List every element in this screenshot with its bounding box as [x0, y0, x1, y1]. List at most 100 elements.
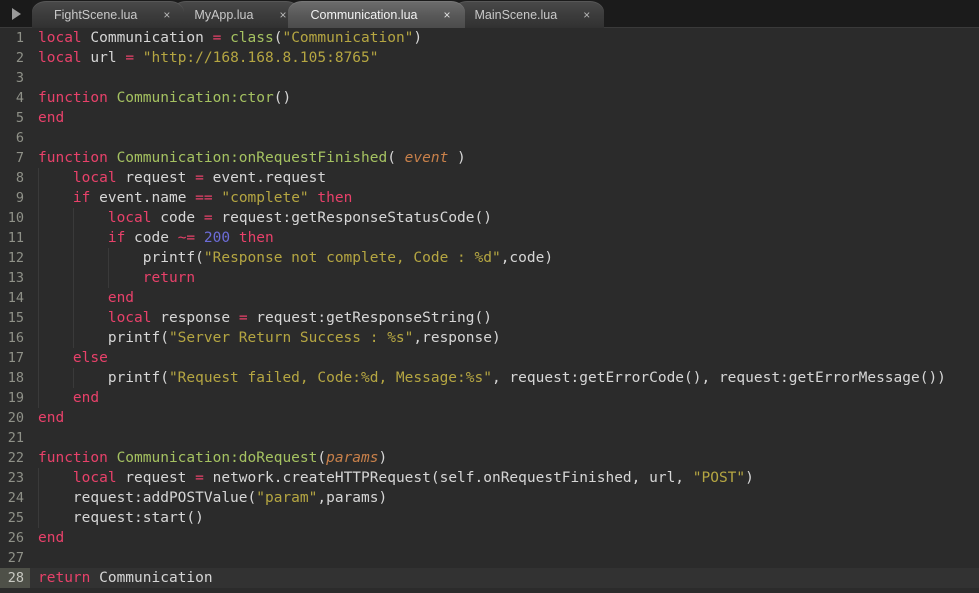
code-line[interactable]: 18 printf("Request failed, Code:%d, Mess… [0, 368, 979, 388]
close-icon[interactable]: × [443, 8, 458, 22]
token-pl: ,response) [413, 330, 501, 346]
token-kw: end [38, 530, 65, 546]
code-line[interactable]: 13 return [0, 268, 979, 288]
code-line[interactable]: 14 end [0, 288, 979, 308]
token-par: params [326, 450, 379, 466]
indent-guide [38, 268, 39, 288]
code-line[interactable]: 26 end [0, 528, 979, 548]
code-line[interactable]: 1 local Communication = class("Communicat… [0, 28, 979, 48]
code-line[interactable]: 5 end [0, 108, 979, 128]
line-content: return Communication [30, 568, 979, 588]
code-line[interactable]: 21 [0, 428, 979, 448]
token-kw: = [125, 50, 135, 66]
code-line[interactable]: 4 function Communication:ctor() [0, 88, 979, 108]
line-number: 1 [0, 28, 30, 48]
line-number: 20 [0, 408, 30, 428]
code-line[interactable]: 16 printf("Server Return Success : %s",r… [0, 328, 979, 348]
token-pl: request:getResponseString() [247, 310, 492, 326]
run-button[interactable] [0, 0, 32, 28]
code-line[interactable]: 8 local request = event.request [0, 168, 979, 188]
code-line[interactable]: 2 local url = "http://168.168.8.105:8765" [0, 48, 979, 68]
line-number: 10 [0, 208, 30, 228]
code-line[interactable]: 20 end [0, 408, 979, 428]
line-content: if event.name == "complete" then [30, 188, 979, 208]
line-number: 8 [0, 168, 30, 188]
token-pl: printf( [38, 250, 204, 266]
token-pl: ,code) [500, 250, 554, 266]
line-number: 14 [0, 288, 30, 308]
indent-guide [38, 188, 39, 208]
code-line[interactable]: 12 printf("Response not complete, Code :… [0, 248, 979, 268]
code-line[interactable]: 28 return Communication [0, 568, 979, 588]
token-kw: end [72, 390, 100, 406]
code-line[interactable]: 7 function Communication:onRequestFinishe… [0, 148, 979, 168]
code-line[interactable]: 15 local response = request:getResponseS… [0, 308, 979, 328]
code-line[interactable]: 17 else [0, 348, 979, 368]
code-line[interactable]: 3 [0, 68, 979, 88]
line-content: if code ~= 200 then [30, 228, 979, 248]
code-line[interactable]: 24 request:addPOSTValue("param",params) [0, 488, 979, 508]
line-number: 3 [0, 68, 30, 88]
indent-guide [38, 248, 39, 268]
token-pl: ) [745, 470, 754, 486]
line-number: 5 [0, 108, 30, 128]
token-pl: event.name [90, 190, 196, 206]
line-number: 7 [0, 148, 30, 168]
token-kw: if [72, 190, 91, 206]
token-str: "Server Return Success : %s" [168, 330, 414, 346]
code-editor[interactable]: 1 local Communication = class("Communicat… [0, 28, 979, 593]
token-str: "Communication" [282, 30, 414, 46]
token-pl: ( [387, 150, 405, 166]
token-num: 200 [203, 230, 231, 246]
token-pl: ,params) [317, 490, 388, 506]
code-line[interactable]: 22 function Communication:doRequest(param… [0, 448, 979, 468]
line-content: return [30, 268, 979, 288]
tab-strip: FightScene.lua × MyApp.lua × Communication.l… [32, 1, 605, 28]
line-content: local Communication = class("Communicati… [30, 28, 979, 48]
token-pl: printf( [38, 370, 169, 386]
line-content: end [30, 408, 979, 428]
tab-communication-lua[interactable]: Communication.lua × [288, 1, 465, 28]
token-kw: end [38, 410, 65, 426]
code-line[interactable]: 27 [0, 548, 979, 568]
tab-label: MyApp.lua [194, 7, 254, 22]
indent-guide [38, 328, 39, 348]
code-line[interactable]: 11 if code ~= 200 then [0, 228, 979, 248]
line-number: 24 [0, 488, 30, 508]
code-line[interactable]: 10 local code = request:getResponseStatu… [0, 208, 979, 228]
close-icon[interactable]: × [583, 8, 598, 22]
close-icon[interactable]: × [163, 8, 178, 22]
line-number: 28 [0, 568, 30, 588]
token-fn: class [230, 30, 274, 46]
code-line[interactable]: 9 if event.name == "complete" then [0, 188, 979, 208]
token-pl: request:addPOSTValue( [38, 490, 257, 506]
tab-fightscene-lua[interactable]: FightScene.lua × [32, 1, 185, 28]
token-pl: ( [317, 450, 327, 466]
code-line[interactable]: 25 request:start() [0, 508, 979, 528]
token-str: "http://168.168.8.105:8765" [142, 50, 379, 66]
token-kw: = [195, 470, 204, 486]
token-kw: function [38, 450, 108, 466]
line-content: printf("Server Return Success : %s",resp… [30, 328, 979, 348]
tab-mainscene-lua[interactable]: MainScene.lua × [452, 1, 605, 28]
code-line[interactable]: 19 end [0, 388, 979, 408]
token-pl: Communication [90, 570, 213, 586]
token-pl: response [151, 310, 239, 326]
token-kw: == [195, 190, 213, 206]
token-pl: Communication [81, 30, 213, 46]
line-number: 15 [0, 308, 30, 328]
line-number: 13 [0, 268, 30, 288]
indent-guide [72, 248, 74, 268]
line-number: 17 [0, 348, 30, 368]
code-line[interactable]: 23 local request = network.createHTTPReq… [0, 468, 979, 488]
token-kw: return [38, 570, 91, 586]
tab-myapp-lua[interactable]: MyApp.lua × [172, 1, 301, 28]
tab-label: MainScene.lua [474, 7, 558, 22]
token-pl: code [151, 210, 204, 226]
code-line[interactable]: 6 [0, 128, 979, 148]
token-kw: local [72, 470, 117, 486]
